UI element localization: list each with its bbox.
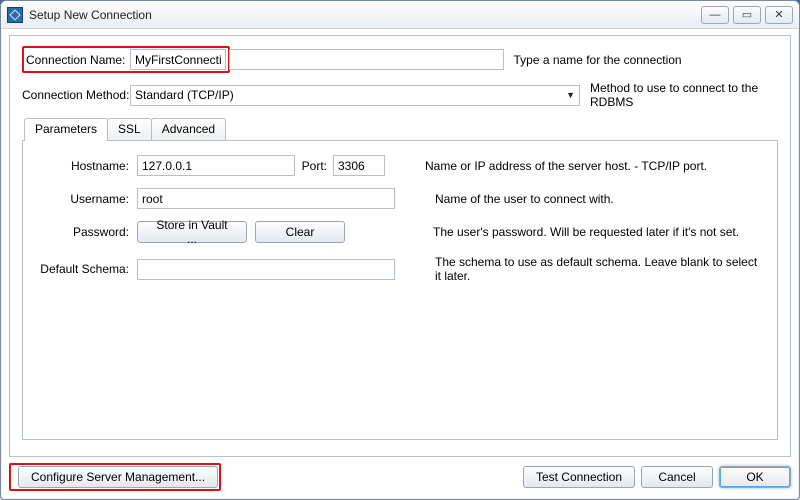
maximize-icon: ▭ [742, 8, 752, 21]
dialog-window: Setup New Connection — ▭ ✕ Connection Na… [0, 0, 800, 500]
password-label: Password: [35, 225, 137, 239]
minimize-icon: — [710, 9, 721, 21]
window-controls: — ▭ ✕ [701, 6, 793, 24]
port-label: Port: [295, 159, 333, 173]
connection-name-field[interactable] [130, 49, 226, 70]
connection-name-row: Connection Name: Type a name for the con… [22, 46, 778, 73]
cancel-button[interactable]: Cancel [641, 466, 713, 488]
app-icon [7, 7, 23, 23]
password-hint: The user's password. Will be requested l… [433, 225, 765, 239]
ok-button[interactable]: OK [719, 466, 791, 488]
params-tabs: Parameters SSL Advanced Hostname: Port: … [22, 117, 778, 440]
connection-method-select[interactable]: Standard (TCP/IP) ▼ [130, 85, 580, 106]
maximize-button[interactable]: ▭ [733, 6, 761, 24]
connection-name-hint: Type a name for the connection [514, 53, 779, 67]
username-label: Username: [35, 192, 137, 206]
connection-method-label: Connection Method: [22, 88, 130, 102]
titlebar[interactable]: Setup New Connection — ▭ ✕ [1, 1, 799, 29]
connection-name-highlight: Connection Name: [22, 46, 230, 73]
connection-name-field-ext[interactable] [229, 49, 504, 70]
default-schema-label: Default Schema: [35, 262, 137, 276]
connection-method-value: Standard (TCP/IP) [135, 88, 234, 102]
hostname-row: Hostname: Port: Name or IP address of th… [35, 155, 765, 176]
hostname-hint: Name or IP address of the server host. -… [425, 159, 765, 173]
window-title: Setup New Connection [29, 8, 701, 22]
tabstrip: Parameters SSL Advanced [22, 117, 778, 140]
close-button[interactable]: ✕ [765, 6, 793, 24]
clear-password-button[interactable]: Clear [255, 221, 345, 243]
content-panel: Connection Name: Type a name for the con… [9, 35, 791, 457]
configure-highlight: Configure Server Management... [9, 463, 221, 491]
configure-server-management-button[interactable]: Configure Server Management... [18, 466, 218, 488]
port-field[interactable] [333, 155, 385, 176]
connection-name-label: Connection Name: [26, 53, 130, 67]
test-connection-button[interactable]: Test Connection [523, 466, 635, 488]
username-hint: Name of the user to connect with. [435, 192, 765, 206]
password-row: Password: Store in Vault ... Clear The u… [35, 221, 765, 243]
tab-advanced[interactable]: Advanced [151, 118, 226, 140]
default-schema-field[interactable] [137, 259, 395, 280]
tab-parameters[interactable]: Parameters [24, 118, 108, 141]
username-row: Username: Name of the user to connect wi… [35, 188, 765, 209]
hostname-field[interactable] [137, 155, 295, 176]
hostname-label: Hostname: [35, 159, 137, 173]
close-icon: ✕ [774, 8, 783, 21]
tab-page-parameters: Hostname: Port: Name or IP address of th… [22, 140, 778, 440]
dialog-footer: Configure Server Management... Test Conn… [9, 461, 791, 493]
tab-ssl[interactable]: SSL [107, 118, 152, 140]
username-field[interactable] [137, 188, 395, 209]
connection-method-hint: Method to use to connect to the RDBMS [590, 81, 778, 109]
chevron-down-icon: ▼ [566, 90, 575, 100]
connection-method-row: Connection Method: Standard (TCP/IP) ▼ M… [22, 81, 778, 109]
store-in-vault-button[interactable]: Store in Vault ... [137, 221, 247, 243]
minimize-button[interactable]: — [701, 6, 729, 24]
default-schema-row: Default Schema: The schema to use as def… [35, 255, 765, 283]
default-schema-hint: The schema to use as default schema. Lea… [435, 255, 765, 283]
